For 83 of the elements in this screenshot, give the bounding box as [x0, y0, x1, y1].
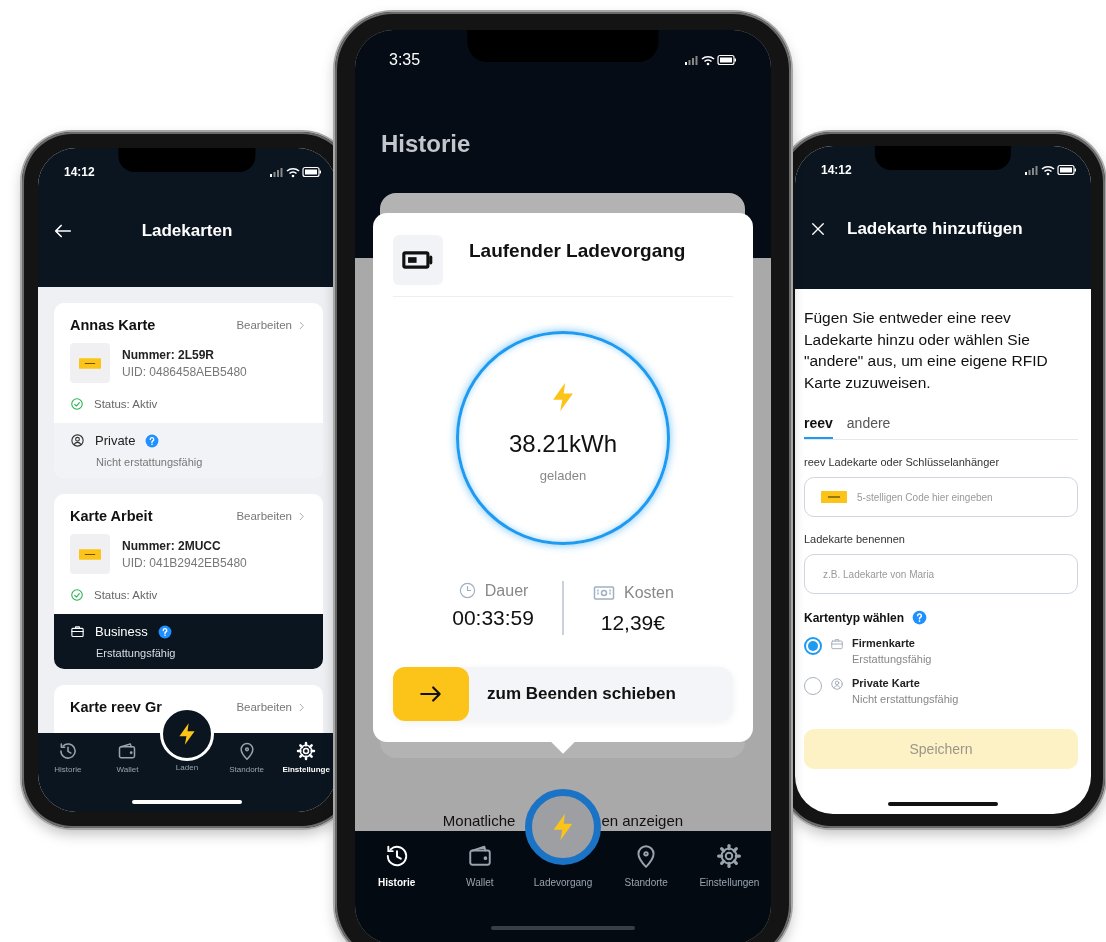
option-label: Private Karte [852, 677, 921, 689]
option-note: Erstattungsfähig [852, 653, 932, 665]
card-type: Business [95, 624, 148, 639]
wallet-icon [466, 843, 493, 869]
tab-bar-item[interactable]: Standorte [223, 733, 270, 775]
tab[interactable]: reev [804, 411, 833, 439]
check-icon [70, 397, 84, 411]
screen-title: Ladekarte hinzufügen [847, 219, 1023, 239]
radio-button[interactable] [804, 637, 822, 655]
charge-card[interactable]: Annas Karte Bearbeiten Nummer: 2L59R UID: 0486458AEB5480 Status: Aktiv Private Nicht erstattungsfähig [54, 303, 323, 478]
card-uid: UID: 041B2942EB5480 [122, 555, 247, 570]
card-type-note: Nicht erstattungsfähig [96, 456, 204, 468]
tab-bar-item[interactable]: Standorte [618, 831, 674, 889]
stat-value: 12,39€ [600, 611, 665, 635]
screen-title: Ladekarten [140, 221, 234, 241]
check-icon [70, 588, 84, 602]
card-status: Status: Aktiv [94, 589, 158, 601]
card-type: Private [95, 433, 136, 448]
screen-title: Historie [381, 130, 472, 158]
card-type-note: Erstattungsfähig [96, 647, 177, 659]
card-number: Nummer: 2L59R [122, 347, 216, 362]
card-uid: UID: 0486458AEB5480 [122, 364, 247, 379]
card-name: Karte Arbeit [70, 508, 153, 524]
monthly-link[interactable]: en anzeigen [601, 812, 684, 829]
tab-bar-item[interactable]: Historie [48, 733, 88, 775]
status-icons [270, 166, 322, 178]
card-name: Annas Karte [70, 317, 156, 333]
charge-card[interactable]: Karte Arbeit Bearbeiten Nummer: 2MUCC UID: 041B2942EB5480 Status: Aktiv Business Erstattungsfähig [54, 494, 323, 669]
tab-bar-item[interactable]: Einstellunge [276, 733, 336, 775]
edit-link[interactable]: Bearbeiten [236, 510, 307, 522]
tab-bar-item[interactable]: Ladevorgang [527, 865, 599, 889]
stat-value: 00:33:59 [452, 606, 534, 630]
status-time: 3:35 [389, 51, 421, 69]
energy-value: 38.21kWh [508, 430, 618, 458]
card-number: Nummer: 2MUCC [122, 538, 222, 553]
monthly-link[interactable]: Monatliche [442, 812, 516, 829]
intro-text: Fügen Sie entweder eine reev Ladekarte hinzu oder wählen Sie "andere" aus, um eine eigene RFID Karte zuzuweisen. [804, 308, 1049, 393]
slider-handle[interactable] [393, 667, 469, 721]
field-label: Ladekarte benennen [804, 533, 906, 545]
card-logo-icon [79, 548, 101, 560]
briefcase-icon [70, 624, 85, 639]
option-note: Nicht erstattungsfähig [852, 693, 959, 705]
popup-title: Laufender Ladevorgang [469, 240, 686, 262]
close-icon [809, 220, 827, 238]
tab-bar-item[interactable]: Historie [372, 831, 422, 889]
slide-to-stop[interactable]: zum Beenden schieben [393, 667, 733, 721]
field-label: reev Ladekarte oder Schlüsselanhänger [804, 456, 1001, 468]
stat-label: Kosten [623, 584, 674, 602]
stat-label: Dauer [484, 581, 529, 600]
tab[interactable]: andere [846, 411, 891, 439]
name-input[interactable]: z.B. Ladekarte von Maria [821, 567, 1061, 581]
settings-icon [716, 843, 743, 869]
person-icon [70, 433, 85, 448]
name-field[interactable]: z.B. Ladekarte von Maria [804, 554, 1078, 594]
briefcase-icon [830, 637, 844, 651]
slider-label: zum Beenden schieben [487, 684, 676, 704]
settings-icon [296, 741, 317, 761]
tab-bar-item[interactable]: Einstellungen [693, 831, 766, 889]
status-icons [685, 54, 737, 66]
wallet-icon [117, 741, 138, 761]
section-label: Kartentyp wählen [804, 610, 905, 625]
status-time: 14:12 [64, 165, 95, 179]
tab-bar-item[interactable]: Wallet [460, 831, 500, 889]
tab-bar-item[interactable]: Wallet [110, 733, 145, 775]
status-time: 14:12 [821, 163, 852, 177]
radio-button[interactable] [804, 677, 822, 695]
history-icon [57, 741, 78, 761]
option-label: Firmenkarte [852, 637, 916, 649]
card-status: Status: Aktiv [94, 398, 158, 410]
energy-caption: geladen [539, 468, 587, 483]
code-field[interactable]: 5-stelligen Code hier eingeben [804, 477, 1078, 517]
status-icons [1025, 164, 1077, 176]
edit-link[interactable]: Bearbeiten [236, 701, 307, 713]
help-icon[interactable] [157, 624, 172, 639]
tab-bar-item[interactable]: Laden [169, 761, 205, 773]
person-icon [830, 677, 844, 691]
card-name: Karte reev Gr [70, 699, 162, 715]
charge-card[interactable]: Karte reev Gr Bearbeiten [54, 685, 323, 733]
card-logo-icon [821, 490, 847, 504]
code-input[interactable]: 5-stelligen Code hier eingeben [855, 490, 1061, 504]
clock-icon [457, 581, 477, 600]
card-logo-icon [79, 357, 101, 369]
edit-link[interactable]: Bearbeiten [236, 319, 307, 331]
